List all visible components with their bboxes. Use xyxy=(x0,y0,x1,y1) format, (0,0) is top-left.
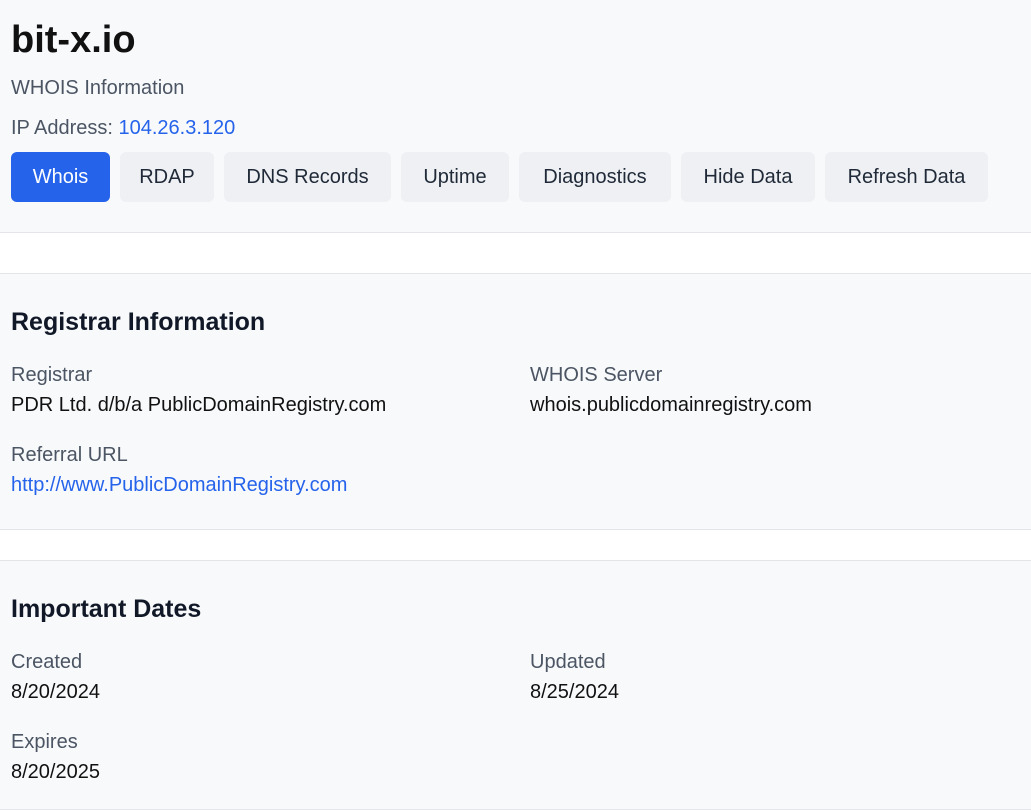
registrar-information-section: Registrar Information Registrar PDR Ltd.… xyxy=(0,273,1031,530)
expires-label: Expires xyxy=(11,731,78,753)
ip-address-label: IP Address: xyxy=(11,117,119,139)
expires-value: 8/20/2025 xyxy=(11,761,100,783)
referral-url-link[interactable]: http://www.PublicDomainRegistry.com xyxy=(11,472,347,498)
page-title: bit-x.io xyxy=(11,19,136,61)
tab-whois[interactable]: Whois xyxy=(11,152,110,202)
tab-uptime[interactable]: Uptime xyxy=(401,152,509,202)
created-label: Created xyxy=(11,651,83,673)
page-subtitle: WHOIS Information xyxy=(11,77,185,99)
registrar-section-title: Registrar Information xyxy=(11,308,266,336)
whois-server-value: whois.publicdomainregistry.com xyxy=(530,394,812,416)
ip-address-row: IP Address: 104.26.3.120 xyxy=(11,115,235,141)
ip-address-link[interactable]: 104.26.3.120 xyxy=(118,117,235,139)
page-header: bit-x.io WHOIS Information IP Address: 1… xyxy=(0,0,1031,233)
referral-url-label: Referral URL xyxy=(11,444,128,466)
created-value: 8/20/2024 xyxy=(11,681,100,703)
updated-value: 8/25/2024 xyxy=(530,681,619,703)
dates-section-title: Important Dates xyxy=(11,595,202,623)
tab-diagnostics[interactable]: Diagnostics xyxy=(519,152,671,202)
updated-label: Updated xyxy=(530,651,606,673)
registrar-value: PDR Ltd. d/b/a PublicDomainRegistry.com xyxy=(11,394,387,416)
hide-data-button[interactable]: Hide Data xyxy=(681,152,815,202)
tab-rdap[interactable]: RDAP xyxy=(120,152,214,202)
tab-dns-records[interactable]: DNS Records xyxy=(224,152,391,202)
refresh-data-button[interactable]: Refresh Data xyxy=(825,152,988,202)
important-dates-section: Important Dates Created 8/20/2024 Update… xyxy=(0,560,1031,810)
whois-server-label: WHOIS Server xyxy=(530,364,663,386)
registrar-label: Registrar xyxy=(11,364,93,386)
